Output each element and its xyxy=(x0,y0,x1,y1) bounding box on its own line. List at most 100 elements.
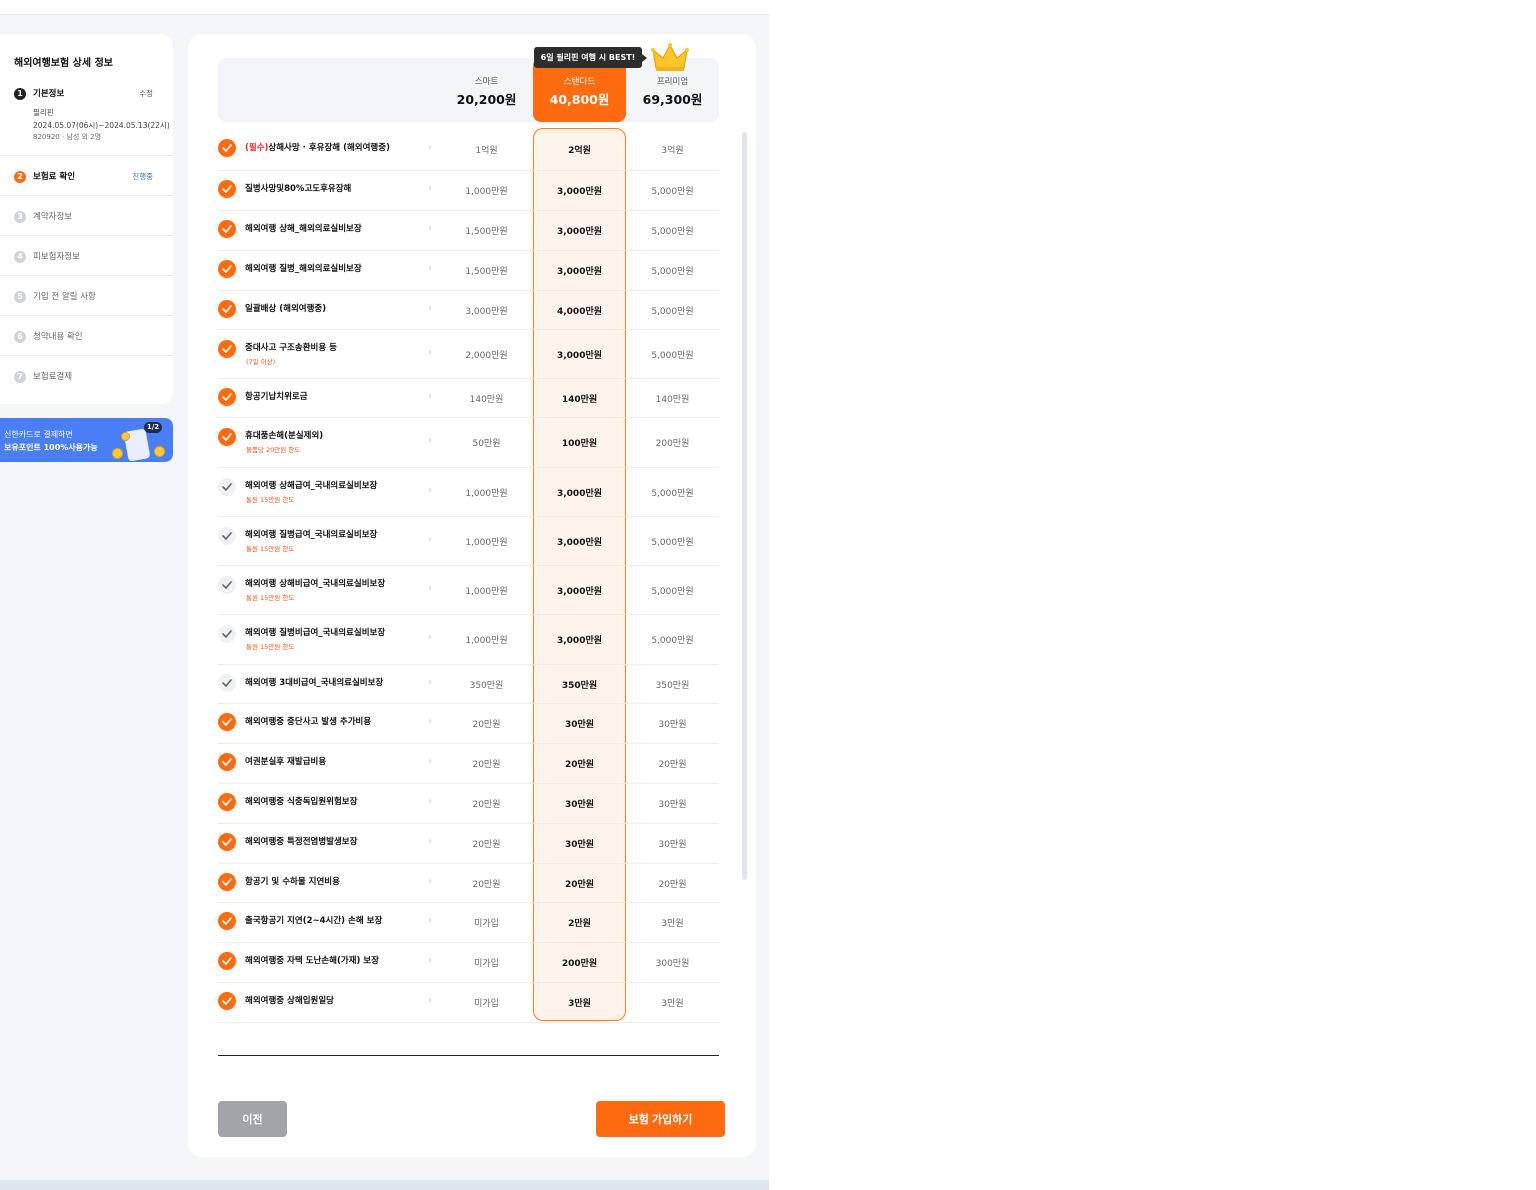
check-icon[interactable] xyxy=(218,912,236,930)
coverage-name: 휴대품손해(분실제외) xyxy=(245,431,324,441)
coverage-value: 20만원 xyxy=(472,760,501,770)
table-row[interactable]: 해외여행중 특정전염병발생보장 › 20만원 30만원 30만원 xyxy=(218,823,719,864)
check-icon[interactable] xyxy=(218,180,236,198)
coverage-value: 50만원 xyxy=(472,439,501,449)
chevron-right-icon[interactable]: › xyxy=(428,142,436,153)
check-icon[interactable] xyxy=(218,793,236,811)
coin-icon xyxy=(154,446,165,457)
check-icon[interactable] xyxy=(218,526,236,545)
table-row[interactable]: 질병사망및80%고도후유장해 › 1,000만원 3,000만원 5,000만원 xyxy=(218,170,719,211)
coverage-name: 해외여행 3대비급여_국내의료실비보장 xyxy=(245,677,384,688)
check-icon[interactable] xyxy=(218,299,236,318)
coverage-value: 5,000만원 xyxy=(651,227,694,237)
check-icon[interactable] xyxy=(218,260,236,278)
coverage-value: 1,000만원 xyxy=(465,187,508,197)
table-row[interactable]: 해외여행중 자택 도난손해(가재) 보장 › 미가입 200만원 300만원 xyxy=(218,942,719,983)
table-row[interactable]: 해외여행중 상해입원일당 › 미가입 3만원 3만원 xyxy=(218,982,719,1023)
table-row[interactable]: 해외여행 질병급여_국내의료실비보장 통원 15만원 한도 › 1,000만원 3,00… xyxy=(218,516,719,566)
step-label: 보험료결제 xyxy=(33,372,73,382)
coverage-value: 20만원 xyxy=(472,720,501,730)
check-icon[interactable] xyxy=(218,713,236,731)
step-label: 피보험자정보 xyxy=(33,252,80,262)
coverage-name: 해외여행 질병급여_국내의료실비보장 xyxy=(245,529,378,540)
check-icon[interactable] xyxy=(218,992,236,1010)
table-row[interactable]: 출국항공기 지연(2~4시간) 손해 보장 › 미가입 2만원 3만원 xyxy=(218,902,719,943)
chevron-right-icon[interactable]: › xyxy=(428,223,436,234)
table-row[interactable]: 일괄배상 (해외여행중) › 3,000만원 4,000만원 5,000만원 xyxy=(218,290,719,330)
chevron-right-icon[interactable]: › xyxy=(428,583,436,594)
step-number: 3 xyxy=(14,211,26,223)
chevron-right-icon[interactable]: › xyxy=(428,756,436,767)
chevron-right-icon[interactable]: › xyxy=(428,391,436,402)
required-mark: (필수) xyxy=(245,143,269,153)
table-bottom-divider xyxy=(218,1055,719,1056)
edit-link[interactable]: 수정 xyxy=(139,88,153,100)
chevron-right-icon[interactable]: › xyxy=(428,347,436,358)
join-insurance-button[interactable]: 보험 가입하기 xyxy=(596,1101,725,1137)
coverage-value: 350만원 xyxy=(655,680,690,691)
chevron-right-icon[interactable]: › xyxy=(428,995,436,1006)
plan-smart[interactable]: 스마트 20,200원 xyxy=(440,58,533,122)
check-icon[interactable] xyxy=(218,477,236,496)
table-row[interactable]: 중대사고 구조송환비용 등 (7일 이상) › 2,000만원 3,000만원 5,000… xyxy=(218,329,719,379)
check-icon[interactable] xyxy=(218,673,236,692)
chevron-right-icon[interactable]: › xyxy=(428,303,436,314)
scrollbar[interactable] xyxy=(742,132,747,880)
chevron-right-icon[interactable]: › xyxy=(428,263,436,274)
coverage-value: 20만원 xyxy=(564,760,595,770)
chevron-right-icon[interactable]: › xyxy=(428,183,436,194)
check-icon[interactable] xyxy=(218,139,236,157)
step-divider xyxy=(0,355,173,356)
table-row[interactable]: 해외여행 상해급여_국내의료실비보장 통원 15만원 한도 › 1,000만원 3,00… xyxy=(218,467,719,517)
detail-insured: 820920 · 남성 외 2명 xyxy=(33,133,102,141)
chevron-right-icon[interactable]: › xyxy=(428,534,436,545)
check-icon[interactable] xyxy=(218,339,236,358)
check-icon[interactable] xyxy=(218,220,236,238)
table-row[interactable]: 항공기 및 수하물 지연비용 › 20만원 20만원 20만원 xyxy=(218,863,719,903)
coverage-value: 200만원 xyxy=(561,959,598,969)
chevron-right-icon[interactable]: › xyxy=(428,836,436,847)
check-icon[interactable] xyxy=(218,833,236,851)
table-row[interactable]: 항공기납치위로금 › 140만원 140만원 140만원 xyxy=(218,378,719,418)
step-label: 계약자정보 xyxy=(33,212,73,222)
check-icon[interactable] xyxy=(218,872,236,891)
check-icon[interactable] xyxy=(218,428,236,446)
coverage-value: 200만원 xyxy=(655,439,690,449)
table-row[interactable]: 여권분실후 재발급비용 › 20만원 20만원 20만원 xyxy=(218,743,719,784)
coverage-note: 통원 15만원 한도 xyxy=(246,643,295,651)
table-row[interactable]: 해외여행중 식중독입원위험보장 › 20만원 30만원 30만원 xyxy=(218,783,719,824)
chevron-right-icon[interactable]: › xyxy=(428,435,436,446)
table-row[interactable]: (필수)상해사망 · 후유장해 (해외여행중) › 1억원 2억원 3억원 xyxy=(218,128,719,171)
chevron-right-icon[interactable]: › xyxy=(428,796,436,807)
card-promo-banner[interactable]: 신한카드로 결제하면 보유포인트 100%사용가능 1/2 xyxy=(0,418,173,462)
chevron-right-icon[interactable]: › xyxy=(428,632,436,643)
chevron-right-icon[interactable]: › xyxy=(428,716,436,727)
table-row[interactable]: 해외여행 질병비급여_국내의료실비보장 통원 15만원 한도 › 1,000만원 3,0… xyxy=(218,614,719,665)
chevron-right-icon[interactable]: › xyxy=(428,915,436,926)
coverage-value: 1,000만원 xyxy=(465,636,508,646)
coverage-value: 3,000만원 xyxy=(556,267,603,277)
coverage-value: 20만원 xyxy=(658,879,687,890)
coverage-value: 3,000만원 xyxy=(556,537,603,548)
prev-button[interactable]: 이전 xyxy=(218,1101,287,1137)
check-icon[interactable] xyxy=(218,952,236,970)
table-row[interactable]: 해외여행 상해_해외의료실비보장 › 1,500만원 3,000만원 5,000만원 xyxy=(218,210,719,251)
coverage-value: 4,000만원 xyxy=(556,306,603,317)
coverage-value: 3,000만원 xyxy=(556,227,603,237)
coverage-note: (7일 이상) xyxy=(246,357,276,366)
table-row[interactable]: 해외여행 질병_해외의료실비보장 › 1,500만원 3,000만원 5,000만원 xyxy=(218,250,719,291)
check-icon[interactable] xyxy=(218,575,236,594)
coverage-value: 140만원 xyxy=(655,394,690,405)
chevron-right-icon[interactable]: › xyxy=(428,876,436,887)
step-divider xyxy=(0,195,173,196)
table-row[interactable]: 해외여행 상해비급여_국내의료실비보장 통원 15만원 한도 › 1,000만원 3,0… xyxy=(218,565,719,615)
check-icon[interactable] xyxy=(218,625,236,643)
chevron-right-icon[interactable]: › xyxy=(428,677,436,688)
table-row[interactable]: 해외여행중 중단사고 발생 추가비용 › 20만원 30만원 30만원 xyxy=(218,703,719,744)
table-row[interactable]: 휴대품손해(분실제외) 물품당 20만원 한도 › 50만원 100만원 200만원 xyxy=(218,417,719,468)
check-icon[interactable] xyxy=(218,387,236,406)
check-icon[interactable] xyxy=(218,753,236,771)
chevron-right-icon[interactable]: › xyxy=(428,955,436,966)
chevron-right-icon[interactable]: › xyxy=(428,485,436,496)
table-row[interactable]: 해외여행 3대비급여_국내의료실비보장 › 350만원 350만원 350만원 xyxy=(218,664,719,704)
